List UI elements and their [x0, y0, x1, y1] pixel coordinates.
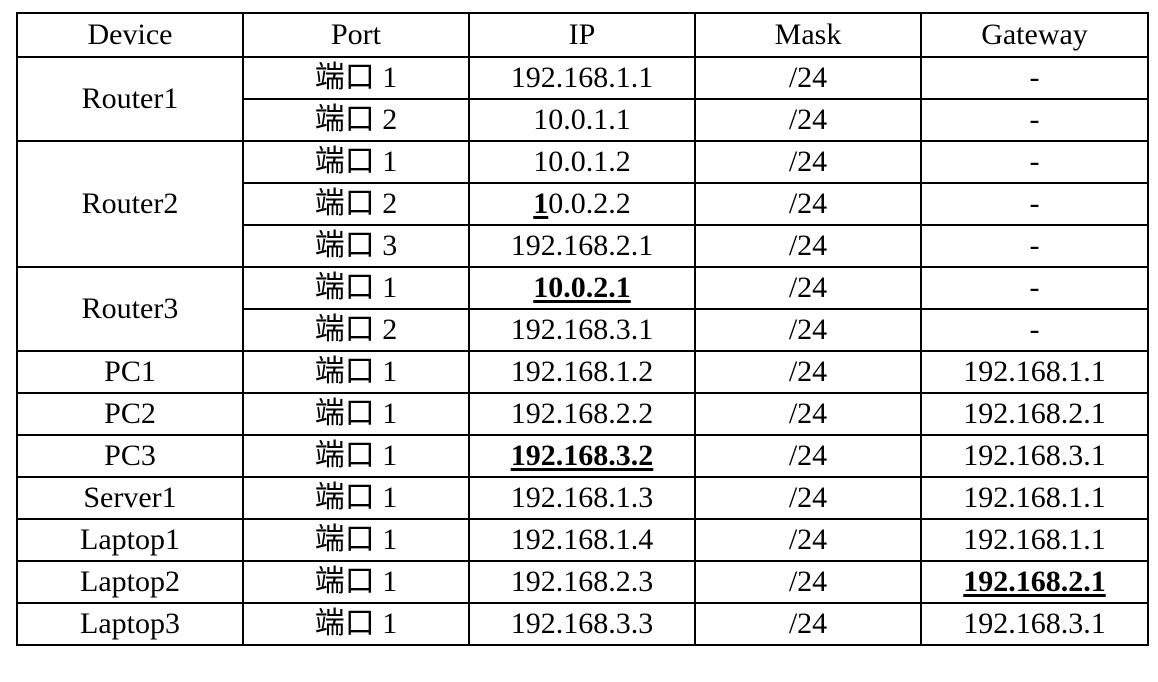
ip-cell: 10.0.2.2 — [468, 182, 696, 226]
gateway-cell: 192.168.1.1 — [920, 476, 1149, 520]
ip-cell: 192.168.1.3 — [468, 476, 696, 520]
ip-cell: 192.168.1.1 — [468, 56, 696, 100]
table-row: PC3 端口 1 192.168.3.2 /24 192.168.3.1 — [16, 434, 1149, 478]
table-row: Server1 端口 1 192.168.1.3 /24 192.168.1.1 — [16, 476, 1149, 520]
ip-rest: 0.0.2.2 — [548, 187, 631, 220]
gateway-emphasized: 192.168.2.1 — [963, 565, 1106, 598]
port-cell: 端口 1 — [242, 140, 470, 184]
port-cell: 端口 2 — [242, 182, 470, 226]
ip-cell: 192.168.1.2 — [468, 350, 696, 394]
ip-emphasized: 192.168.3.2 — [510, 439, 654, 472]
port-cell: 端口 1 — [242, 56, 470, 100]
port-cell: 端口 2 — [242, 308, 470, 352]
ip-cell: 192.168.3.1 — [468, 308, 696, 352]
port-cell: 端口 3 — [242, 224, 470, 268]
gateway-cell: - — [920, 224, 1149, 268]
device-cell: Router1 — [16, 56, 244, 142]
ip-value: 10.0.2.2 — [533, 184, 631, 224]
port-cell: 端口 1 — [242, 518, 470, 562]
mask-cell: /24 — [694, 182, 922, 226]
ip-cell: 192.168.3.2 — [468, 434, 696, 478]
port-cell: 端口 1 — [242, 392, 470, 436]
ip-cell: 192.168.1.4 — [468, 518, 696, 562]
device-cell: PC2 — [16, 392, 244, 436]
header-gateway: Gateway — [920, 12, 1149, 58]
device-cell: PC3 — [16, 434, 244, 478]
gateway-cell: 192.168.1.1 — [920, 350, 1149, 394]
ip-cell: 10.0.1.1 — [468, 98, 696, 142]
mask-cell: /24 — [694, 560, 922, 604]
mask-cell: /24 — [694, 224, 922, 268]
table-row: Laptop3 端口 1 192.168.3.3 /24 192.168.3.1 — [16, 602, 1149, 646]
table-row: Router2 端口 1 10.0.1.2 /24 - — [16, 140, 1149, 268]
gateway-cell: - — [920, 308, 1149, 352]
gateway-cell: 192.168.1.1 — [920, 518, 1149, 562]
port-cell: 端口 1 — [242, 434, 470, 478]
network-config-table: Device Port IP Mask Gateway Router1 端口 1… — [16, 12, 1149, 646]
gateway-cell: - — [920, 182, 1149, 226]
device-cell: PC1 — [16, 350, 244, 394]
gateway-cell: - — [920, 56, 1149, 100]
table-row: Router1 端口 1 192.168.1.1 /24 - — [16, 56, 1149, 142]
header-row: Device Port IP Mask Gateway — [16, 12, 1149, 58]
mask-cell: /24 — [694, 476, 922, 520]
mask-cell: /24 — [694, 350, 922, 394]
gateway-cell: 192.168.2.1 — [920, 560, 1149, 604]
port-cell: 端口 1 — [242, 476, 470, 520]
mask-cell: /24 — [694, 518, 922, 562]
header-device: Device — [16, 12, 244, 58]
ip-cell: 10.0.2.1 — [468, 266, 696, 310]
ip-cell: 192.168.2.1 — [468, 224, 696, 268]
ip-cell: 10.0.1.2 — [468, 140, 696, 184]
port-cell: 端口 1 — [242, 560, 470, 604]
gateway-cell: - — [920, 140, 1149, 184]
device-cell: Laptop3 — [16, 602, 244, 646]
mask-cell: /24 — [694, 434, 922, 478]
device-cell: Router3 — [16, 266, 244, 352]
table-row: Router3 端口 1 10.0.2.1 /24 - — [16, 266, 1149, 352]
gateway-cell: - — [920, 98, 1149, 142]
mask-cell: /24 — [694, 392, 922, 436]
table-row: Laptop1 端口 1 192.168.1.4 /24 192.168.1.1 — [16, 518, 1149, 562]
gateway-cell: - — [920, 266, 1149, 310]
port-cell: 端口 1 — [242, 350, 470, 394]
table-row: Laptop2 端口 1 192.168.2.3 /24 192.168.2.1 — [16, 560, 1149, 604]
device-cell: Router2 — [16, 140, 244, 268]
ip-cell: 192.168.2.2 — [468, 392, 696, 436]
ip-emphasized: 10.0.2.1 — [533, 271, 631, 304]
gateway-cell: 192.168.3.1 — [920, 602, 1149, 646]
mask-cell: /24 — [694, 98, 922, 142]
header-port: Port — [242, 12, 470, 58]
table-row: PC2 端口 1 192.168.2.2 /24 192.168.2.1 — [16, 392, 1149, 436]
gateway-cell: 192.168.2.1 — [920, 392, 1149, 436]
header-mask: Mask — [694, 12, 922, 58]
header-ip: IP — [468, 12, 696, 58]
gateway-cell: 192.168.3.1 — [920, 434, 1149, 478]
mask-cell: /24 — [694, 308, 922, 352]
mask-cell: /24 — [694, 56, 922, 100]
ip-cell: 192.168.3.3 — [468, 602, 696, 646]
port-cell: 端口 2 — [242, 98, 470, 142]
port-cell: 端口 1 — [242, 266, 470, 310]
port-cell: 端口 1 — [242, 602, 470, 646]
device-cell: Server1 — [16, 476, 244, 520]
mask-cell: /24 — [694, 140, 922, 184]
mask-cell: /24 — [694, 266, 922, 310]
table-row: PC1 端口 1 192.168.1.2 /24 192.168.1.1 — [16, 350, 1149, 394]
ip-cell: 192.168.2.3 — [468, 560, 696, 604]
device-cell: Laptop1 — [16, 518, 244, 562]
ip-emphasized-prefix: 1 — [533, 187, 549, 220]
mask-cell: /24 — [694, 602, 922, 646]
device-cell: Laptop2 — [16, 560, 244, 604]
